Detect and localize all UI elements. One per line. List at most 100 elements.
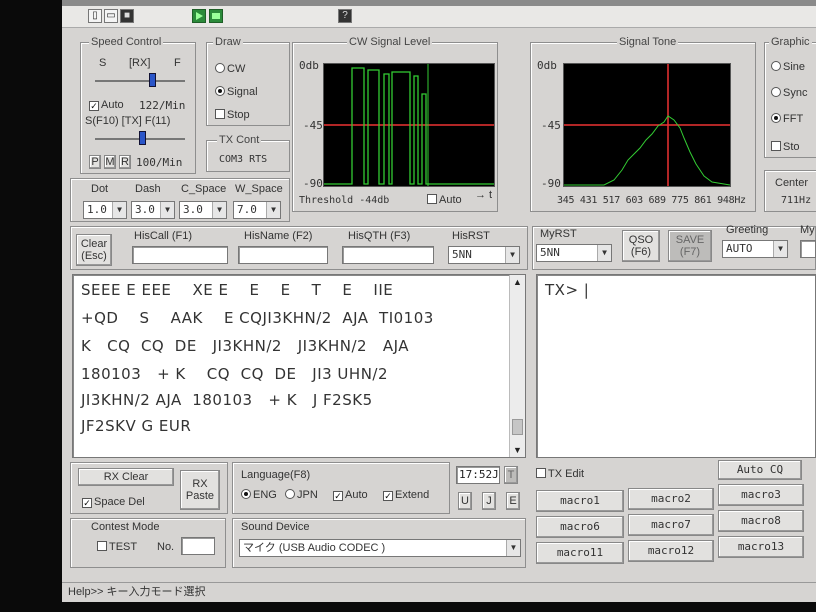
lang-jpn-label: JPN	[297, 489, 318, 501]
p-button[interactable]: P	[89, 155, 101, 169]
draw-cw-label: CW	[227, 63, 246, 75]
macro2-button[interactable]: macro2	[628, 488, 714, 510]
myrst-select[interactable]: 5NN ▼	[536, 244, 612, 262]
cspace-label: C_Space	[181, 183, 227, 195]
draw-stop-checkbox[interactable]: Stop	[215, 109, 250, 121]
rx-paste-button[interactable]: RX Paste	[180, 470, 220, 510]
r-button[interactable]: R	[119, 155, 131, 169]
new-file-icon[interactable]: ▯	[88, 9, 102, 23]
hisname-label: HisName (F2)	[244, 230, 313, 242]
lang-eng-radio[interactable]: ENG	[241, 489, 277, 501]
wspace-label: W_Space	[235, 183, 283, 195]
draw-cw-radio[interactable]: CW	[215, 63, 245, 75]
my-label: My	[800, 224, 815, 236]
rx-scrollbar[interactable]: ▲ ▼	[509, 275, 525, 457]
wspace-select[interactable]: 7.0 ▼	[233, 201, 281, 219]
hisname-input[interactable]	[238, 246, 328, 264]
rx-slider-thumb[interactable]	[149, 73, 156, 87]
e-button[interactable]: E	[506, 492, 520, 510]
auto-cq-button[interactable]: Auto CQ	[718, 460, 802, 480]
rx-line: JF2SKV G EUR	[81, 417, 192, 435]
monitor-icon[interactable]	[209, 9, 223, 23]
graphic-sine-radio[interactable]: Sine	[771, 61, 805, 73]
scroll-thumb[interactable]	[512, 419, 523, 435]
status-bar: Help>> キー入力モード選択	[62, 582, 816, 602]
sound-device-select[interactable]: マイク (USB Audio CODEC ) ▼	[239, 539, 521, 557]
language-label: Language(F8)	[241, 469, 311, 481]
save-icon[interactable]: ■	[120, 9, 134, 23]
contest-number-input[interactable]	[181, 537, 215, 555]
space-del-checkbox[interactable]: ✓ Space Del	[82, 496, 145, 508]
macro1-button[interactable]: macro1	[536, 490, 624, 512]
graphic-stop-checkbox[interactable]: Sto	[771, 141, 800, 153]
test-checkbox[interactable]: TEST	[97, 541, 137, 553]
sound-device-group: Sound Device マイク (USB Audio CODEC ) ▼	[232, 518, 526, 568]
radio-selected-icon	[215, 86, 225, 96]
macro6-button[interactable]: macro6	[536, 516, 624, 538]
hisrst-select[interactable]: 5NN ▼	[448, 246, 520, 264]
lang-extend-checkbox[interactable]: ✓ Extend	[383, 489, 429, 501]
u-button[interactable]: U	[458, 492, 472, 510]
macro3-button[interactable]: macro3	[718, 484, 804, 506]
graphic-fft-radio[interactable]: FFT	[771, 113, 803, 125]
check-icon: ✓	[333, 491, 343, 501]
lang-jpn-radio[interactable]: JPN	[285, 489, 318, 501]
rx-slow-label: S	[99, 57, 107, 69]
graphic-group: Graphic Sine Sync FFT Sto	[764, 36, 816, 158]
chevron-down-icon: ▼	[597, 245, 611, 261]
macro8-button[interactable]: macro8	[718, 510, 804, 532]
rx-text-area[interactable]: SEEE E EEE XE E E E T E IIE +QD S AAK E …	[72, 274, 526, 458]
chevron-down-icon: ▼	[506, 540, 520, 556]
lang-auto-checkbox[interactable]: ✓ Auto	[333, 489, 368, 501]
rx-auto-label: Auto	[101, 99, 124, 111]
cw-auto-label: Auto	[439, 194, 462, 206]
scroll-up-icon[interactable]: ▲	[513, 277, 522, 287]
test-label: TEST	[109, 541, 138, 553]
lang-auto-label: Auto	[345, 489, 368, 501]
my-input[interactable]	[800, 240, 816, 258]
t-button[interactable]: T	[504, 466, 518, 484]
macro12-button[interactable]: macro12	[628, 540, 714, 562]
hiscall-input[interactable]	[132, 246, 228, 264]
play-icon[interactable]	[192, 9, 206, 23]
qso-button[interactable]: QSO (F6)	[622, 230, 660, 262]
open-folder-icon[interactable]: ▭	[104, 9, 118, 23]
graphic-sync-radio[interactable]: Sync	[771, 87, 807, 99]
rx-speed-slider[interactable]	[95, 73, 185, 87]
rx-auto-checkbox[interactable]: ✓ Auto	[89, 99, 124, 111]
tx-slider-thumb[interactable]	[139, 131, 146, 145]
cw-signal-legend: CW Signal Level	[347, 36, 433, 48]
cw-y-bottom: -90	[303, 177, 323, 190]
checkbox-icon	[427, 194, 437, 204]
tx-speed-slider[interactable]	[95, 131, 185, 145]
hisqth-input[interactable]	[342, 246, 434, 264]
dot-label: Dot	[91, 183, 109, 195]
clear-button[interactable]: Clear (Esc)	[76, 234, 112, 266]
tx-text-area[interactable]: TX> |	[536, 274, 816, 458]
m-button[interactable]: M	[104, 155, 116, 169]
time-axis-label: → t	[475, 189, 493, 201]
save-log-button[interactable]: SAVE (F7)	[668, 230, 712, 262]
macro13-button[interactable]: macro13	[718, 536, 804, 558]
dot-select[interactable]: 1.0 ▼	[83, 201, 127, 219]
macro7-button[interactable]: macro7	[628, 514, 714, 536]
check-icon: ✓	[89, 101, 99, 111]
rx-line: JI3KHN/2 AJA 180103 + K J F2SK5	[81, 391, 373, 409]
dash-select[interactable]: 3.0 ▼	[131, 201, 175, 219]
greeting-select[interactable]: AUTO ▼	[722, 240, 788, 258]
cw-auto-checkbox[interactable]: Auto	[427, 194, 462, 206]
scroll-down-icon[interactable]: ▼	[513, 445, 522, 455]
macro11-button[interactable]: macro11	[536, 542, 624, 564]
speed-control-legend: Speed Control	[89, 36, 164, 48]
rx-clear-button[interactable]: RX Clear	[78, 468, 174, 486]
draw-legend: Draw	[213, 36, 243, 48]
help-icon[interactable]: ?	[338, 9, 352, 23]
hisrst-label: HisRST	[452, 230, 490, 242]
j-button[interactable]: J	[482, 492, 496, 510]
tx-edit-checkbox[interactable]: TX Edit	[536, 468, 584, 480]
cspace-select[interactable]: 3.0 ▼	[179, 201, 227, 219]
draw-signal-radio[interactable]: Signal	[215, 86, 258, 98]
chevron-down-icon: ▼	[505, 247, 519, 263]
graphic-fft-label: FFT	[783, 113, 804, 125]
lang-eng-label: ENG	[253, 489, 277, 501]
